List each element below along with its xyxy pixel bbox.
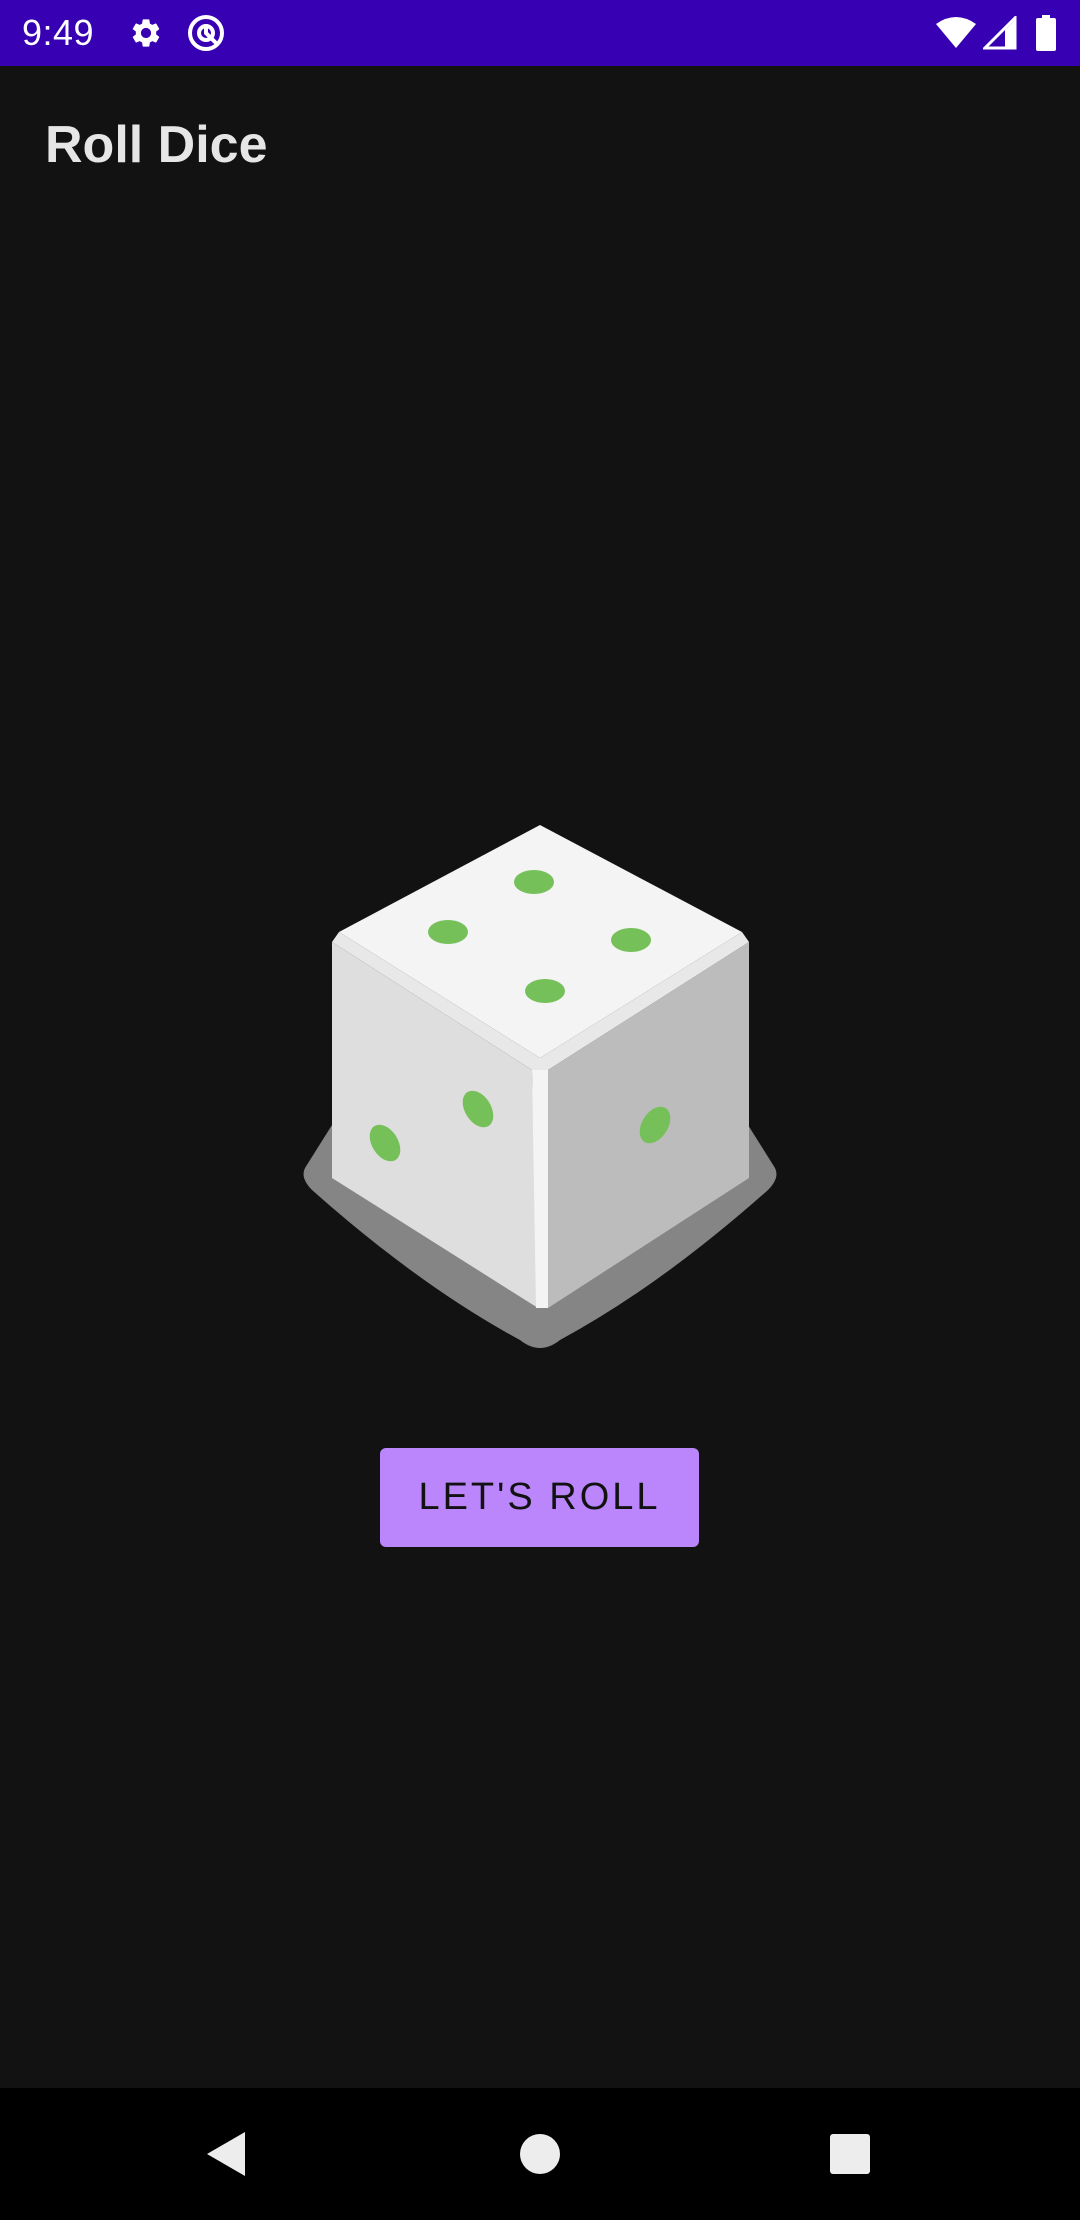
dice-pip <box>525 979 565 1003</box>
home-icon[interactable] <box>480 2088 600 2220</box>
at-sign-notification-icon <box>186 0 226 66</box>
recents-icon[interactable] <box>790 2088 910 2220</box>
status-bar: 9:49 <box>0 0 1080 66</box>
lets-roll-button[interactable]: LET'S ROLL <box>380 1448 699 1547</box>
dice-pip <box>611 928 651 952</box>
wifi-icon <box>935 0 977 66</box>
settings-gear-icon <box>128 0 164 66</box>
dice-pip <box>514 870 554 894</box>
dice-image <box>295 815 785 1355</box>
back-icon[interactable] <box>166 2088 286 2220</box>
status-time: 9:49 <box>22 12 95 53</box>
system-nav-bar <box>0 2088 1080 2220</box>
app-title: Roll Dice <box>45 116 268 174</box>
dice-pip <box>428 920 468 944</box>
cellular-signal-icon <box>983 0 1017 66</box>
battery-icon <box>1034 0 1058 66</box>
